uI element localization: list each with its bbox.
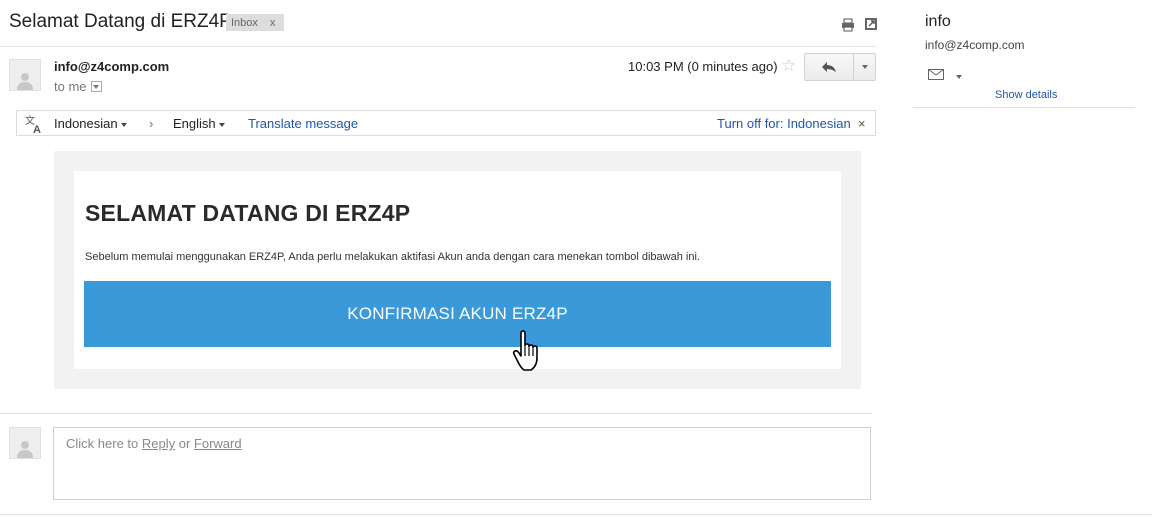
- star-icon[interactable]: ☆: [781, 56, 796, 76]
- reply-button[interactable]: [805, 54, 854, 80]
- my-avatar: [9, 427, 41, 459]
- svg-text:A: A: [33, 124, 41, 134]
- to-me-text: to me: [54, 79, 87, 94]
- translate-message-link[interactable]: Translate message: [248, 116, 358, 131]
- contact-divider: [913, 107, 1135, 108]
- confirm-account-button[interactable]: KONFIRMASI AKUN ERZ4P: [84, 281, 831, 347]
- reply-box[interactable]: Click here to Reply or Forward: [53, 427, 871, 500]
- show-details-link[interactable]: Show details: [995, 89, 1057, 101]
- close-icon[interactable]: ×: [858, 116, 866, 131]
- more-actions-dropdown[interactable]: [854, 54, 875, 80]
- body-divider: [0, 413, 872, 414]
- reply-link[interactable]: Reply: [142, 436, 175, 451]
- source-language: Indonesian: [54, 116, 118, 131]
- reply-prompt: Click here to Reply or Forward: [66, 436, 242, 451]
- target-language: English: [173, 116, 216, 131]
- mail-icon[interactable]: [928, 67, 944, 85]
- source-language-select[interactable]: Indonesian: [54, 116, 127, 131]
- footer-divider: [0, 514, 1152, 515]
- email-heading: SELAMAT DATANG DI ERZ4P: [85, 200, 411, 226]
- header-divider: [0, 46, 876, 47]
- chevron-down-icon[interactable]: [956, 68, 962, 86]
- contact-name: info: [925, 13, 951, 30]
- message-time: 10:03 PM (0 minutes ago): [628, 59, 778, 74]
- chevron-down-icon: [861, 65, 868, 69]
- print-icon[interactable]: [841, 18, 855, 32]
- hand-pointer-icon: [512, 330, 542, 377]
- sender-email[interactable]: info@z4comp.com: [54, 59, 169, 74]
- person-icon: [17, 441, 33, 458]
- email-subject: Selamat Datang di ERZ4P: [9, 11, 232, 32]
- inbox-label-text: Inbox: [231, 16, 258, 29]
- target-language-select[interactable]: English: [173, 116, 225, 131]
- recipient-line: to me: [54, 79, 102, 94]
- contact-email: info@z4comp.com: [925, 38, 1025, 52]
- forward-link[interactable]: Forward: [194, 436, 242, 451]
- reply-prompt-middle: or: [175, 436, 194, 451]
- translate-icon: 文 A: [24, 114, 44, 139]
- person-icon: [17, 73, 33, 90]
- email-paragraph: Sebelum memulai menggunakan ERZ4P, Anda …: [85, 251, 700, 263]
- reply-prompt-prefix: Click here to: [66, 436, 142, 451]
- popout-icon[interactable]: [864, 17, 878, 31]
- sender-avatar: [9, 59, 41, 91]
- translate-bar: 文 A Indonesian › English Translate messa…: [16, 110, 876, 136]
- language-arrow-icon: ›: [149, 116, 154, 131]
- details-dropdown-icon[interactable]: [90, 81, 102, 92]
- remove-label-button[interactable]: x: [270, 17, 276, 29]
- reply-button-group: [804, 53, 876, 81]
- reply-icon: [822, 62, 836, 72]
- turn-off-translation-link[interactable]: Turn off for: Indonesian: [717, 116, 851, 131]
- inbox-label[interactable]: Inbox x: [226, 14, 284, 31]
